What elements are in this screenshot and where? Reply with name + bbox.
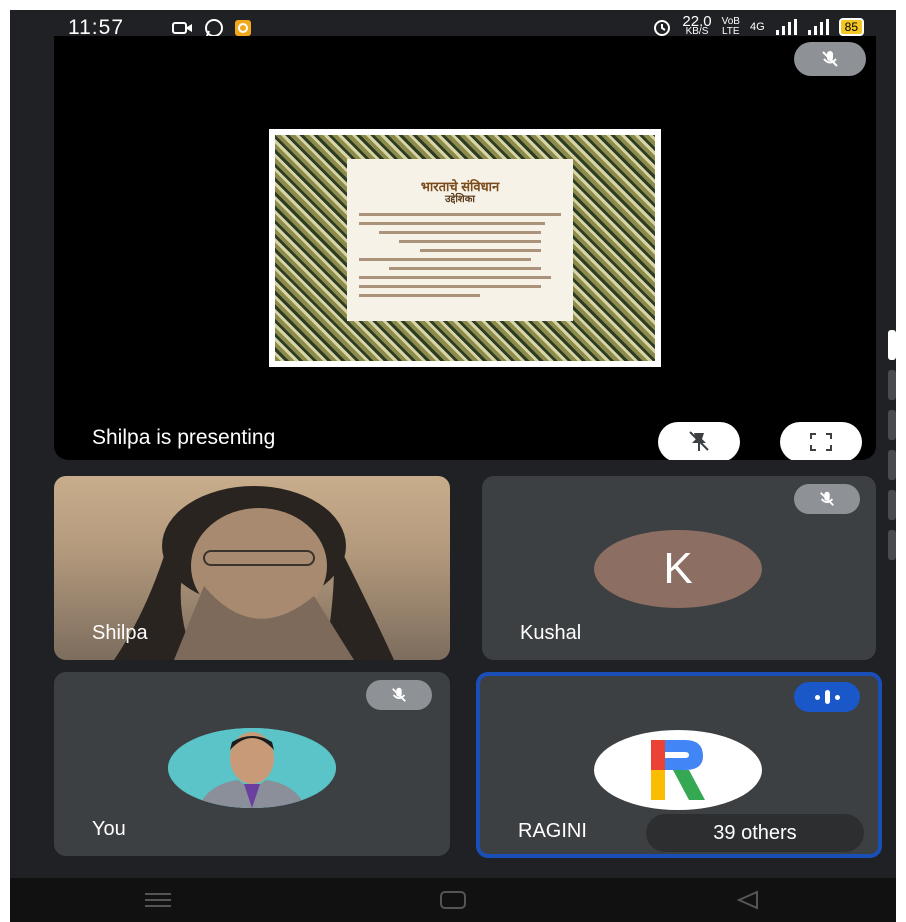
kushal-mic-status (794, 484, 860, 514)
participant-name: Kushal (520, 622, 582, 644)
you-mic-status (366, 680, 432, 710)
slide-heading: उद्देशिका (445, 194, 475, 205)
participant-tile-kushal[interactable]: K Kushal (482, 476, 876, 660)
pin-off-icon (689, 431, 709, 451)
menu-icon[interactable] (143, 891, 173, 909)
participant-tile-you[interactable]: You (54, 672, 450, 856)
slide-text-lines (359, 207, 561, 303)
back-icon[interactable] (733, 889, 763, 911)
network-speed: 22.0 KB/S (682, 13, 712, 37)
scrollbar-track-segment (888, 490, 896, 520)
presenter-mic-status (794, 42, 866, 76)
avatar (594, 730, 762, 810)
system-nav-bar (10, 878, 896, 922)
mic-off-icon (822, 51, 838, 67)
participant-tile-ragini[interactable]: RAGINI 39 others (476, 672, 882, 858)
alarm-icon (654, 20, 671, 36)
video-call-icon (172, 22, 192, 34)
participant-tile-shilpa[interactable]: Shilpa (54, 476, 450, 660)
home-icon[interactable] (438, 889, 468, 911)
scrollbar-track-segment (888, 450, 896, 480)
slide-content: भारताचे संविधान उद्देशिका (347, 159, 573, 321)
volte-indicator: VoB LTE (721, 16, 740, 37)
scrollbar-track-segment (888, 370, 896, 400)
tile-scrollbar[interactable] (888, 330, 896, 560)
profile-photo (168, 728, 336, 808)
signal-icon (775, 19, 797, 35)
speaking-indicator (794, 682, 860, 712)
unpin-button[interactable] (658, 422, 740, 460)
signal-icon-2 (807, 19, 829, 35)
participant-name: Shilpa (92, 622, 148, 644)
fullscreen-button[interactable] (780, 422, 862, 460)
meeting-screen: 11:57 22.0 KB/S VoB LTE 4G 85 भारताचे संवि… (10, 10, 896, 922)
scrollbar-track-segment (888, 410, 896, 440)
participant-name: You (92, 818, 126, 840)
avatar: K (594, 530, 762, 608)
scrollbar-thumb[interactable] (888, 330, 896, 360)
fullscreen-icon (810, 433, 832, 451)
network-type: 4G (749, 21, 765, 33)
status-icons-left (172, 18, 252, 38)
app-notification-icon (235, 20, 251, 36)
scrollbar-track-segment (888, 530, 896, 560)
participant-name: RAGINI (518, 820, 587, 842)
shared-slide: भारताचे संविधान उद्देशिका (269, 129, 661, 367)
presenting-label: Shilpa is presenting (92, 426, 276, 449)
mic-off-icon (820, 491, 834, 506)
others-count-button[interactable]: 39 others (646, 814, 864, 852)
battery-indicator: 85 (838, 18, 864, 36)
avatar (168, 728, 336, 808)
status-icons-right: 22.0 KB/S VoB LTE 4G 85 (652, 13, 864, 37)
whatsapp-icon (205, 19, 223, 37)
mic-off-icon (392, 687, 406, 702)
r-logo-icon (651, 740, 705, 800)
presentation-tile[interactable]: भारताचे संविधान उद्देशिका Shilpa is pres… (54, 36, 876, 460)
